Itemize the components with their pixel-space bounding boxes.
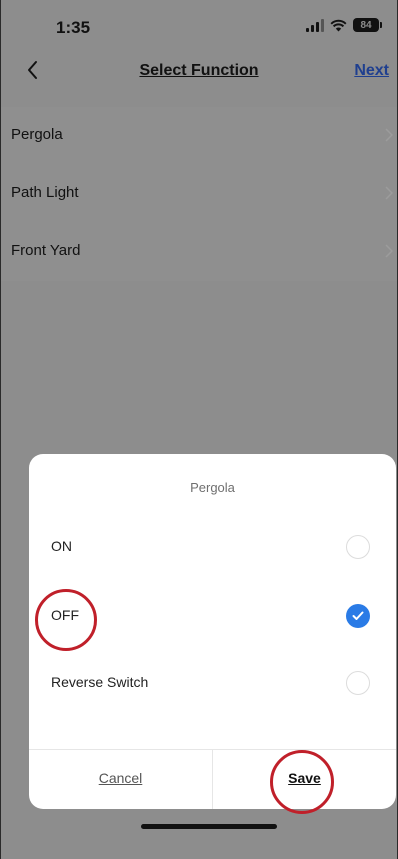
list-item-path-light[interactable]: Path Light (1, 165, 397, 223)
cancel-button-label: Cancel (98, 770, 143, 786)
battery-icon: 84 (353, 18, 382, 32)
signal-icon (306, 18, 324, 32)
list-item-label: Pergola (11, 126, 63, 143)
option-label: ON (51, 538, 72, 554)
option-label: Reverse Switch (51, 674, 149, 690)
sheet-title: Pergola (190, 480, 235, 495)
status-time: 1:35 (56, 18, 91, 37)
function-list: Pergola Path Light Front Yard (1, 107, 397, 281)
nav-bar: Select Function Next (1, 50, 397, 92)
radio-unchecked-icon[interactable] (346, 671, 370, 695)
sheet-footer: Cancel Save (29, 749, 396, 809)
list-item-label: Path Light (11, 184, 79, 201)
chevron-right-icon (385, 128, 393, 142)
status-icons: 84 (306, 18, 382, 32)
list-item-pergola[interactable]: Pergola (1, 107, 397, 165)
option-on[interactable]: ON (29, 519, 396, 575)
list-item-front-yard[interactable]: Front Yard (1, 223, 397, 281)
radio-unchecked-icon[interactable] (346, 535, 370, 559)
chevron-right-icon (385, 244, 393, 258)
radio-checked-icon[interactable] (346, 604, 370, 628)
wifi-icon (330, 19, 347, 32)
list-item-label: Front Yard (11, 242, 81, 259)
next-button[interactable]: Next (354, 62, 389, 80)
status-bar: 1:35 84 (1, 0, 397, 50)
chevron-right-icon (385, 186, 393, 200)
page-title: Select Function (139, 62, 259, 79)
option-reverse-switch[interactable]: Reverse Switch (29, 655, 396, 711)
off-highlight-circle (35, 589, 97, 651)
save-highlight-circle (270, 750, 334, 814)
cancel-button[interactable]: Cancel (29, 750, 212, 809)
home-indicator (141, 824, 277, 829)
phone-screen: 1:35 84 Select Function Next Pergola Pat… (0, 0, 398, 859)
